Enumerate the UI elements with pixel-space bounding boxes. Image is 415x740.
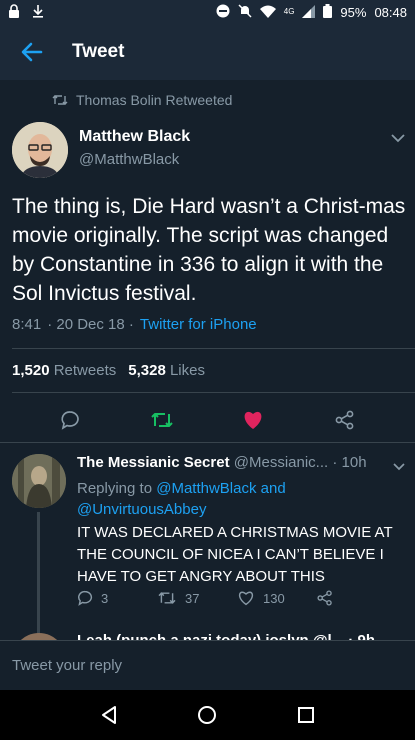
retweets-count: 1,520 xyxy=(12,362,50,379)
avatar[interactable] xyxy=(12,122,68,178)
chevron-down-icon xyxy=(393,463,405,471)
divider xyxy=(12,348,415,349)
do-not-disturb-icon xyxy=(216,4,230,20)
likes-stat[interactable]: 5,328 Likes xyxy=(128,362,205,379)
page-title: Tweet xyxy=(72,41,125,62)
triangle-back-icon xyxy=(102,706,117,724)
reply-header: The Messianic Secret @Messianic... · 10h xyxy=(77,454,377,471)
replying-and: and xyxy=(260,480,286,497)
thread-line xyxy=(37,512,40,640)
heart-icon xyxy=(244,411,262,429)
tweet-source-link[interactable]: Twitter for iPhone xyxy=(140,316,257,333)
nav-back-button[interactable] xyxy=(89,695,129,735)
retweet-button[interactable] xyxy=(142,400,182,440)
next-reply-avatar[interactable] xyxy=(12,633,66,640)
app-bar: Tweet xyxy=(0,24,415,80)
circle-home-icon xyxy=(198,706,217,724)
retweets-stat[interactable]: 1,520 Retweets xyxy=(12,362,116,379)
reply-reply-button[interactable]: 3 xyxy=(77,590,157,606)
battery-icon xyxy=(323,4,333,20)
back-button[interactable] xyxy=(0,24,64,80)
author-handle[interactable]: @MatthwBlack xyxy=(79,151,179,168)
reply-like-button[interactable]: 130 xyxy=(237,590,317,606)
retweet-small-icon xyxy=(52,95,68,105)
retweets-label: Retweets xyxy=(53,362,117,379)
download-icon xyxy=(32,4,44,20)
muted-bell-icon xyxy=(238,4,252,20)
retweet-icon xyxy=(158,592,176,604)
reply-like-count: 130 xyxy=(263,590,285,606)
reply-icon xyxy=(78,590,93,606)
chevron-down-icon xyxy=(391,134,405,143)
status-bar: 4G 95% 08:48 xyxy=(0,0,415,24)
wifi-icon xyxy=(259,5,276,20)
retweeted-by[interactable]: Thomas Bolin Retweeted xyxy=(52,92,232,108)
reply-composer xyxy=(0,640,415,690)
battery-percent: 95% xyxy=(340,4,367,20)
replying-to-link[interactable]: @UnvirtuousAbbey xyxy=(77,501,206,518)
tweet-date: · 20 Dec 18 · xyxy=(47,316,134,333)
like-button[interactable] xyxy=(233,400,273,440)
network-type-label: 4G xyxy=(283,7,295,16)
tweet-detail: Thomas Bolin Retweeted Matthew Black @Ma… xyxy=(0,80,415,640)
tweet-menu-button[interactable] xyxy=(391,130,405,148)
replying-to-link[interactable]: @MatthwBlack xyxy=(156,480,256,497)
retweeted-by-label: Thomas Bolin Retweeted xyxy=(76,92,233,108)
share-icon xyxy=(335,410,354,430)
reply-reply-count: 3 xyxy=(101,590,109,606)
likes-label: Likes xyxy=(169,362,205,379)
tweet-stats: 1,520 Retweets 5,328 Likes xyxy=(12,362,205,379)
divider xyxy=(0,442,415,443)
reply-age: · 10h xyxy=(332,454,367,471)
reply-retweet-count: 37 xyxy=(185,590,200,606)
tweet-actions xyxy=(0,398,415,442)
system-nav-bar xyxy=(0,690,415,740)
author-name[interactable]: Matthew Black xyxy=(79,128,190,146)
next-reply-header[interactable]: Leah (punch a nazi today) joslyn @l... ·… xyxy=(77,632,377,640)
share-icon xyxy=(317,590,332,606)
reply-menu-button[interactable] xyxy=(393,458,405,476)
reply-author-name[interactable]: The Messianic Secret xyxy=(77,454,230,471)
lock-icon xyxy=(8,4,20,20)
reply-text: IT WAS DECLARED A CHRISTMAS MOVIE AT THE… xyxy=(77,524,393,585)
reply-author-handle[interactable]: @Messianic... xyxy=(234,454,328,471)
nav-recents-button[interactable] xyxy=(286,695,326,735)
tweet-time: 8:41 xyxy=(12,316,42,333)
square-recents-icon xyxy=(297,707,314,723)
reply-retweet-button[interactable]: 37 xyxy=(157,590,237,606)
reply-input[interactable] xyxy=(12,657,403,674)
divider xyxy=(12,392,415,393)
tweet-meta: 8:41 · 20 Dec 18 · Twitter for iPhone xyxy=(12,316,257,333)
reply-share-button[interactable] xyxy=(317,590,397,606)
tweet-text: The thing is, Die Hard wasn’t a Christ-m… xyxy=(12,195,406,305)
arrow-left-icon xyxy=(21,42,43,62)
reply-actions: 3 37 130 xyxy=(77,590,397,606)
reply-avatar[interactable] xyxy=(12,454,66,508)
clock: 08:48 xyxy=(374,4,407,20)
reply-button[interactable] xyxy=(50,400,90,440)
signal-icon xyxy=(302,4,316,20)
reply-icon xyxy=(61,411,79,430)
likes-count: 5,328 xyxy=(128,362,166,379)
replying-to: Replying to @MatthwBlack and @Unvirtuous… xyxy=(77,478,397,520)
share-button[interactable] xyxy=(325,400,365,440)
nav-home-button[interactable] xyxy=(187,695,227,735)
replying-prefix: Replying to xyxy=(77,480,153,497)
heart-outline-icon xyxy=(238,591,254,606)
retweet-icon xyxy=(150,413,173,427)
